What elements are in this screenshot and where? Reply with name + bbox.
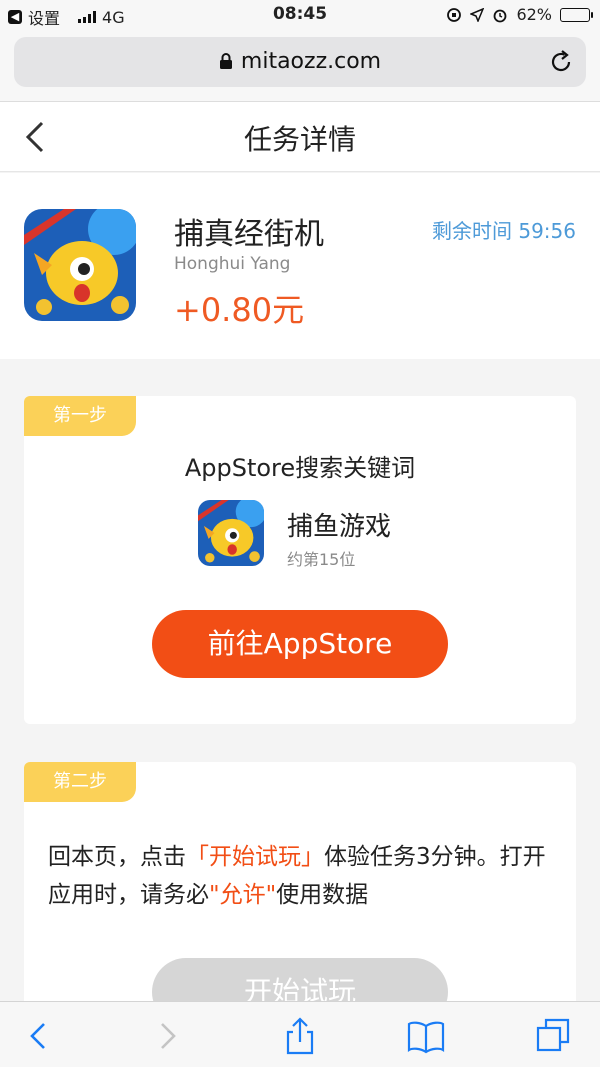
search-rank: 约第15位 [287, 550, 356, 569]
tabs-icon[interactable] [534, 1016, 574, 1056]
reload-icon[interactable] [548, 49, 574, 75]
go-appstore-button[interactable]: 前往AppStore [152, 610, 448, 678]
remaining-time: 剩余时间 59:56 [432, 215, 576, 244]
step2-badge: 第二步 [24, 762, 136, 802]
step1-title: AppStore搜索关键词 [184, 454, 416, 482]
desc-highlight-allow: "允许" [209, 882, 277, 908]
step2-card: 第二步 回本页，点击「开始试玩」体验任务3分钟。打开应用时，请务必"允许"使用数… [24, 762, 576, 1042]
step1-card: 第一步 AppStore搜索关键词 捕鱼游戏 约第15位 前往AppStore [24, 396, 576, 724]
alarm-icon [494, 9, 507, 22]
forward-chevron-icon[interactable] [148, 1016, 188, 1056]
fish-game-icon [24, 209, 136, 321]
status-bar: ◀ 设置 4G 08:45 62% [0, 0, 600, 30]
lock-icon [219, 53, 232, 69]
page-header: 任务详情 [0, 102, 600, 172]
back-chevron-icon[interactable] [18, 1016, 58, 1056]
battery-percent: 62% [516, 5, 552, 24]
app-name: 捕真经街机 [174, 217, 324, 252]
search-keyword: 捕鱼游戏 [287, 512, 392, 542]
fish-game-icon [198, 500, 264, 566]
rotation-lock-icon [447, 7, 462, 22]
reward-amount: +0.80元 [174, 291, 305, 329]
bookmarks-icon[interactable] [406, 1016, 446, 1056]
desc-highlight-start-trial: 「开始试玩」 [186, 844, 324, 870]
remaining-time-value: 59:56 [518, 219, 576, 243]
url-text: mitaozz.com [240, 49, 382, 74]
browser-toolbar [0, 1001, 600, 1067]
desc-text: 回本页，点击 [48, 844, 186, 870]
app-developer: Honghui Yang [174, 254, 291, 274]
battery-icon [560, 7, 593, 22]
browser-bar: mitaozz.com [0, 30, 600, 102]
remaining-time-label: 剩余时间 [432, 219, 512, 243]
step1-badge: 第一步 [24, 396, 136, 436]
desc-text: 使用数据 [276, 882, 369, 908]
address-bar[interactable]: mitaozz.com [14, 37, 586, 87]
app-info-card: 捕真经街机 Honghui Yang +0.80元 剩余时间 59:56 [0, 173, 600, 359]
step2-description: 回本页，点击「开始试玩」体验任务3分钟。打开应用时，请务必"允许"使用数据 [48, 838, 552, 914]
location-icon [470, 7, 485, 22]
share-icon[interactable] [280, 1016, 320, 1056]
page-title: 任务详情 [243, 123, 356, 156]
